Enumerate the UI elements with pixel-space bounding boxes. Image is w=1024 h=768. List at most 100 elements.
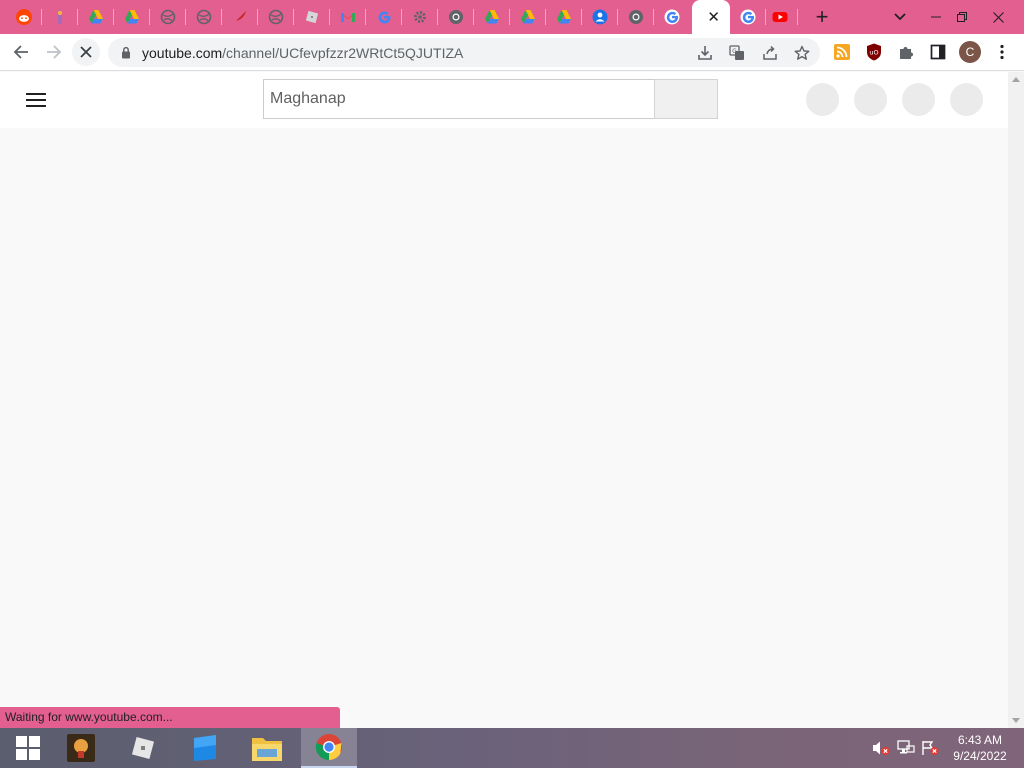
- tab-account[interactable]: [582, 0, 618, 34]
- back-button[interactable]: [7, 38, 35, 66]
- url-path: /channel/UCfevpfzzr2WRtCt5QJUTIZA: [222, 45, 464, 61]
- status-bubble: Waiting for www.youtube.com...: [0, 707, 340, 728]
- ublock-extension-button[interactable]: uO: [860, 38, 888, 66]
- stop-loading-button[interactable]: [72, 38, 100, 66]
- profile-avatar[interactable]: C: [959, 41, 981, 63]
- lock-icon[interactable]: [121, 46, 131, 59]
- start-button[interactable]: [0, 728, 56, 768]
- tab-google-3[interactable]: [730, 0, 766, 34]
- skeleton-icon-placeholder: [854, 83, 887, 116]
- tab-drive-4[interactable]: [510, 0, 546, 34]
- figure-icon: [57, 10, 63, 24]
- tab-globe-3[interactable]: [258, 0, 294, 34]
- search-box[interactable]: [263, 79, 655, 119]
- extensions-button[interactable]: [892, 38, 920, 66]
- address-bar[interactable]: youtube.com/channel/UCfevpfzzr2WRtCt5QJU…: [108, 38, 820, 67]
- google-drive-icon: [125, 10, 139, 24]
- reddit-icon: [16, 9, 32, 25]
- forward-button[interactable]: [40, 38, 68, 66]
- tab-youtube[interactable]: [762, 0, 798, 34]
- file-explorer-icon: [252, 738, 282, 761]
- svg-text:uO: uO: [869, 49, 878, 57]
- tab-roblox[interactable]: [294, 0, 330, 34]
- roblox-icon: [305, 10, 319, 24]
- scroll-down-icon[interactable]: [1012, 718, 1020, 723]
- chrome-icon: [449, 10, 463, 24]
- red-feather-icon: [234, 11, 246, 23]
- tab-chrome-2[interactable]: [618, 0, 654, 34]
- tab-google-2[interactable]: [654, 0, 690, 34]
- close-window-button[interactable]: [982, 0, 1014, 34]
- tab-globe-2[interactable]: [186, 0, 222, 34]
- tab-drive-3[interactable]: [474, 0, 510, 34]
- download-icon: [698, 46, 712, 60]
- google-drive-icon: [521, 10, 535, 24]
- tab-drive-2[interactable]: [114, 0, 150, 34]
- hamburger-line: [26, 105, 46, 107]
- install-app-button[interactable]: [695, 43, 715, 63]
- rss-icon: [834, 44, 850, 60]
- translate-button[interactable]: G: [727, 43, 747, 63]
- clock-date: 9/24/2022: [953, 749, 1007, 763]
- taskbar-roblox[interactable]: [115, 728, 171, 768]
- tab-2[interactable]: [42, 0, 78, 34]
- network-button[interactable]: [897, 739, 915, 757]
- scroll-up-icon[interactable]: [1012, 77, 1020, 82]
- volume-muted-icon: [873, 741, 890, 755]
- browser-toolbar: youtube.com/channel/UCfevpfzzr2WRtCt5QJU…: [0, 34, 1024, 71]
- blue-app-icon: [194, 735, 216, 761]
- tab-google-1[interactable]: [366, 0, 402, 34]
- search-input[interactable]: [264, 80, 654, 118]
- google-icon: [378, 11, 391, 24]
- tab-reddit[interactable]: [6, 0, 42, 34]
- taskbar-app-1[interactable]: [53, 728, 109, 768]
- hamburger-line: [26, 93, 46, 95]
- tab-strip: ✕ +: [0, 0, 1024, 34]
- taskbar-app-blue[interactable]: [177, 728, 233, 768]
- tab-drive-5[interactable]: [546, 0, 582, 34]
- taskbar-chrome[interactable]: [301, 728, 357, 768]
- clock-time: 6:43 AM: [957, 733, 1003, 747]
- taskbar-clock[interactable]: 6:43 AM 9/24/2022: [944, 732, 1016, 764]
- app-icon: [67, 734, 95, 762]
- tab-feather[interactable]: [222, 0, 258, 34]
- google-icon: [740, 9, 756, 25]
- new-tab-button[interactable]: +: [808, 0, 836, 34]
- url-text[interactable]: youtube.com/channel/UCfevpfzzr2WRtCt5QJU…: [142, 45, 463, 61]
- ublock-origin-icon: uO: [867, 43, 881, 61]
- close-icon: [992, 11, 1004, 23]
- settings-icon: [414, 11, 426, 23]
- action-center-button[interactable]: [921, 739, 939, 757]
- restore-icon: [957, 12, 967, 22]
- windows-taskbar: 6:43 AM 9/24/2022: [0, 728, 1024, 768]
- share-icon: [763, 45, 777, 60]
- taskbar-file-explorer[interactable]: [239, 728, 295, 768]
- account-icon: [592, 9, 608, 25]
- chrome-icon: [315, 734, 342, 761]
- forward-arrow-icon: [47, 45, 62, 59]
- page-scrollbar[interactable]: [1008, 72, 1024, 728]
- share-button[interactable]: [760, 43, 780, 63]
- stop-icon: [80, 46, 92, 58]
- gmail-icon: [341, 13, 355, 22]
- restore-button[interactable]: [946, 0, 978, 34]
- side-panel-button[interactable]: [924, 38, 952, 66]
- volume-muted-button[interactable]: [872, 739, 890, 757]
- tab-globe-1[interactable]: [150, 0, 186, 34]
- bookmark-button[interactable]: [792, 43, 812, 63]
- flag-alert-icon: [922, 741, 939, 755]
- tab-search-button[interactable]: [886, 0, 914, 34]
- close-tab-icon[interactable]: ✕: [707, 10, 720, 25]
- back-arrow-icon: [13, 45, 28, 59]
- tab-settings[interactable]: [402, 0, 438, 34]
- tab-drive-1[interactable]: [78, 0, 114, 34]
- tab-gmail[interactable]: [330, 0, 366, 34]
- browser-menu-button[interactable]: [988, 38, 1016, 66]
- tab-active[interactable]: ✕: [692, 0, 730, 34]
- tab-chrome-1[interactable]: [438, 0, 474, 34]
- guide-menu-button[interactable]: [24, 88, 48, 112]
- skeleton-icon-placeholder: [902, 83, 935, 116]
- minimize-icon: [931, 16, 941, 18]
- search-button[interactable]: [654, 79, 718, 119]
- rss-extension-button[interactable]: [828, 38, 856, 66]
